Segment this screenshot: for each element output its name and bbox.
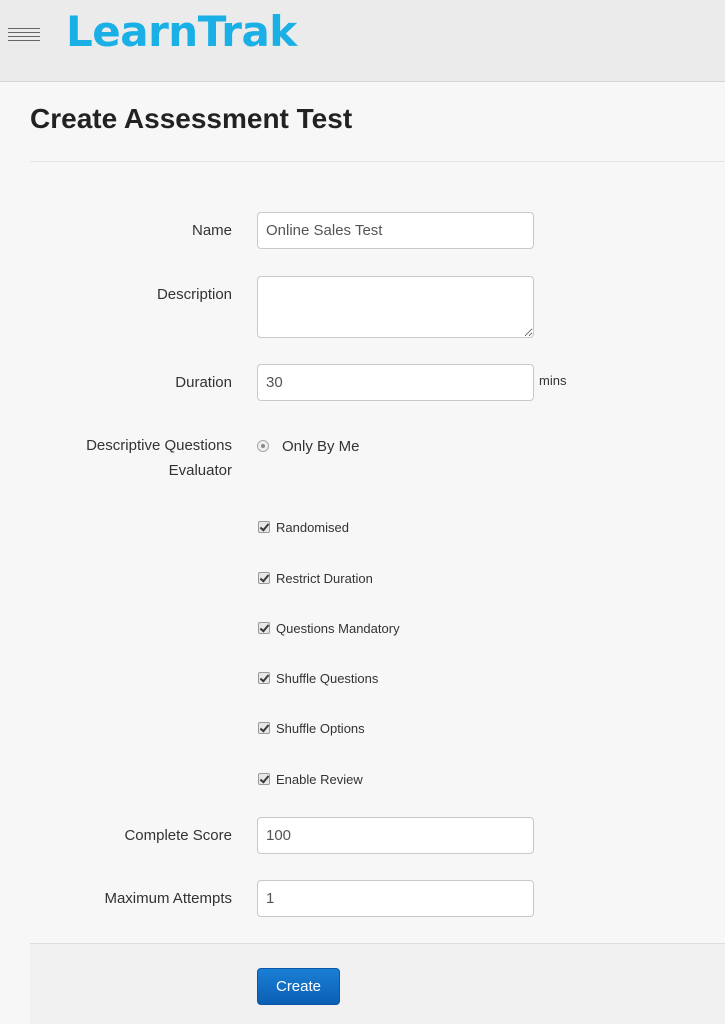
complete-score-label: Complete Score — [124, 827, 232, 844]
name-label: Name — [191, 222, 232, 239]
checkbox-label: Restrict Duration — [276, 570, 373, 586]
questions-mandatory-checkbox[interactable]: Questions Mandatory — [258, 619, 400, 637]
radio-label: Only By Me — [282, 437, 360, 455]
page-title: Create Assessment Test — [30, 103, 353, 134]
checkbox-label: Randomised — [276, 519, 349, 535]
maximum-attempts-input[interactable] — [257, 880, 534, 917]
duration-input[interactable] — [257, 364, 534, 401]
maximum-attempts-label: Maximum Attempts — [104, 890, 232, 907]
menu-line — [8, 36, 40, 37]
evaluator-label-line1: Descriptive Questions — [86, 437, 232, 454]
form-footer — [30, 943, 725, 1024]
evaluator-label-line2: Evaluator — [168, 462, 232, 479]
description-textarea[interactable] — [257, 276, 534, 338]
menu-line — [8, 28, 40, 29]
enable-review-checkbox[interactable]: Enable Review — [258, 770, 363, 788]
checkbox-checked-icon[interactable] — [258, 521, 270, 533]
checkbox-checked-icon[interactable] — [258, 672, 270, 684]
checkbox-label: Questions Mandatory — [276, 620, 400, 636]
checkbox-checked-icon[interactable] — [258, 622, 270, 634]
learntrak-logo[interactable]: LearnTrak — [66, 6, 297, 58]
menu-line — [8, 40, 40, 41]
checkbox-label: Enable Review — [276, 771, 363, 787]
checkbox-checked-icon[interactable] — [258, 722, 270, 734]
menu-line — [8, 32, 40, 33]
logo-text-trak: Trak — [197, 7, 298, 56]
checkbox-checked-icon[interactable] — [258, 572, 270, 584]
evaluator-radio-only-by-me[interactable]: Only By Me — [257, 434, 360, 458]
radio-button[interactable] — [257, 440, 269, 452]
description-label: Description — [156, 286, 232, 303]
duration-label: Duration — [175, 374, 232, 391]
complete-score-input[interactable] — [257, 817, 534, 854]
checkbox-label: Shuffle Questions — [276, 670, 379, 686]
shuffle-options-checkbox[interactable]: Shuffle Options — [258, 719, 365, 737]
title-divider — [30, 161, 725, 162]
top-bar: LearnTrak — [0, 0, 725, 82]
checkbox-label: Shuffle Options — [276, 720, 365, 736]
checkbox-checked-icon[interactable] — [258, 773, 270, 785]
create-button[interactable]: Create — [257, 968, 340, 1005]
logo-text-learn: Learn — [66, 7, 198, 56]
shuffle-questions-checkbox[interactable]: Shuffle Questions — [258, 669, 378, 687]
name-input[interactable] — [257, 212, 534, 249]
duration-unit: mins — [539, 373, 567, 388]
randomised-checkbox[interactable]: Randomised — [258, 518, 349, 536]
restrict-duration-checkbox[interactable]: Restrict Duration — [258, 569, 373, 587]
hamburger-menu-icon[interactable] — [8, 28, 40, 44]
